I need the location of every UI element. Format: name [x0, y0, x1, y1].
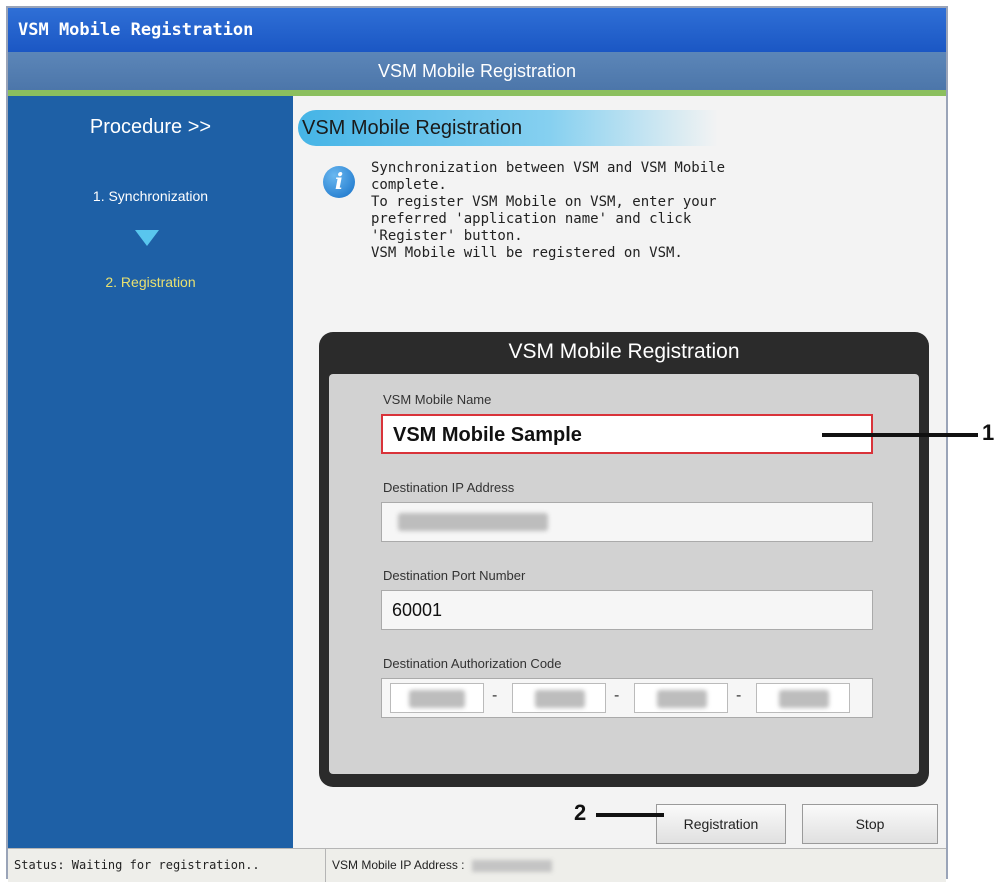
step-arrow-down-icon: [135, 230, 159, 246]
auth-code-label: Destination Authorization Code: [383, 656, 562, 671]
auth-code-part-3[interactable]: [634, 683, 728, 713]
auth-code-separator: -: [736, 687, 742, 704]
registration-panel: VSM Mobile Registration VSM Mobile Name …: [319, 332, 929, 787]
procedure-label: Procedure >>: [89, 116, 212, 138]
app-window: VSM Mobile Registration VSM Mobile Regis…: [6, 6, 948, 882]
auth-code-part-2[interactable]: [512, 683, 606, 713]
redacted-ip: [398, 513, 548, 531]
info-icon: i: [323, 166, 355, 198]
ip-address-label: Destination IP Address: [383, 480, 515, 495]
mobile-ip-label: VSM Mobile IP Address :: [332, 858, 465, 872]
section-title: VSM Mobile Registration: [298, 110, 718, 146]
auth-code-field: - - -: [381, 678, 873, 718]
stop-button[interactable]: Stop: [802, 804, 938, 844]
step-synchronization: 1. Synchronization: [92, 188, 209, 204]
info-message: Synchronization between VSM and VSM Mobi…: [371, 160, 726, 261]
port-number-label: Destination Port Number: [383, 568, 526, 583]
redacted-mobile-ip: [471, 859, 552, 872]
status-bar: Status: Waiting for registration.. VSM M…: [8, 848, 946, 882]
ip-address-field[interactable]: [381, 502, 873, 542]
port-number-field[interactable]: 60001: [381, 590, 873, 630]
header-title: VSM Mobile Registration: [8, 52, 946, 90]
window-title: VSM Mobile Registration: [8, 8, 946, 52]
status-text: Status: Waiting for registration..: [8, 849, 326, 882]
registration-button[interactable]: Registration: [656, 804, 786, 844]
panel-title: VSM Mobile Registration: [508, 340, 740, 363]
auth-code-separator: -: [614, 687, 620, 704]
auth-code-part-1[interactable]: [390, 683, 484, 713]
mobile-ip-status: VSM Mobile IP Address :: [328, 849, 932, 882]
auth-code-separator: -: [492, 687, 498, 704]
callout-1-number: 1: [982, 420, 995, 445]
step-registration: 2. Registration: [105, 274, 196, 290]
main-content: VSM Mobile Registration i Synchronizatio…: [293, 96, 946, 848]
callout-1-line: [822, 433, 978, 437]
mobile-name-label: VSM Mobile Name: [383, 392, 492, 407]
callout-2-line: [596, 813, 664, 817]
procedure-sidebar: Procedure >> 1. Synchronization 2. Regis…: [8, 96, 293, 848]
auth-code-part-4[interactable]: [756, 683, 850, 713]
mobile-name-input[interactable]: VSM Mobile Sample: [381, 414, 873, 454]
callout-2-number: 2: [574, 800, 587, 825]
